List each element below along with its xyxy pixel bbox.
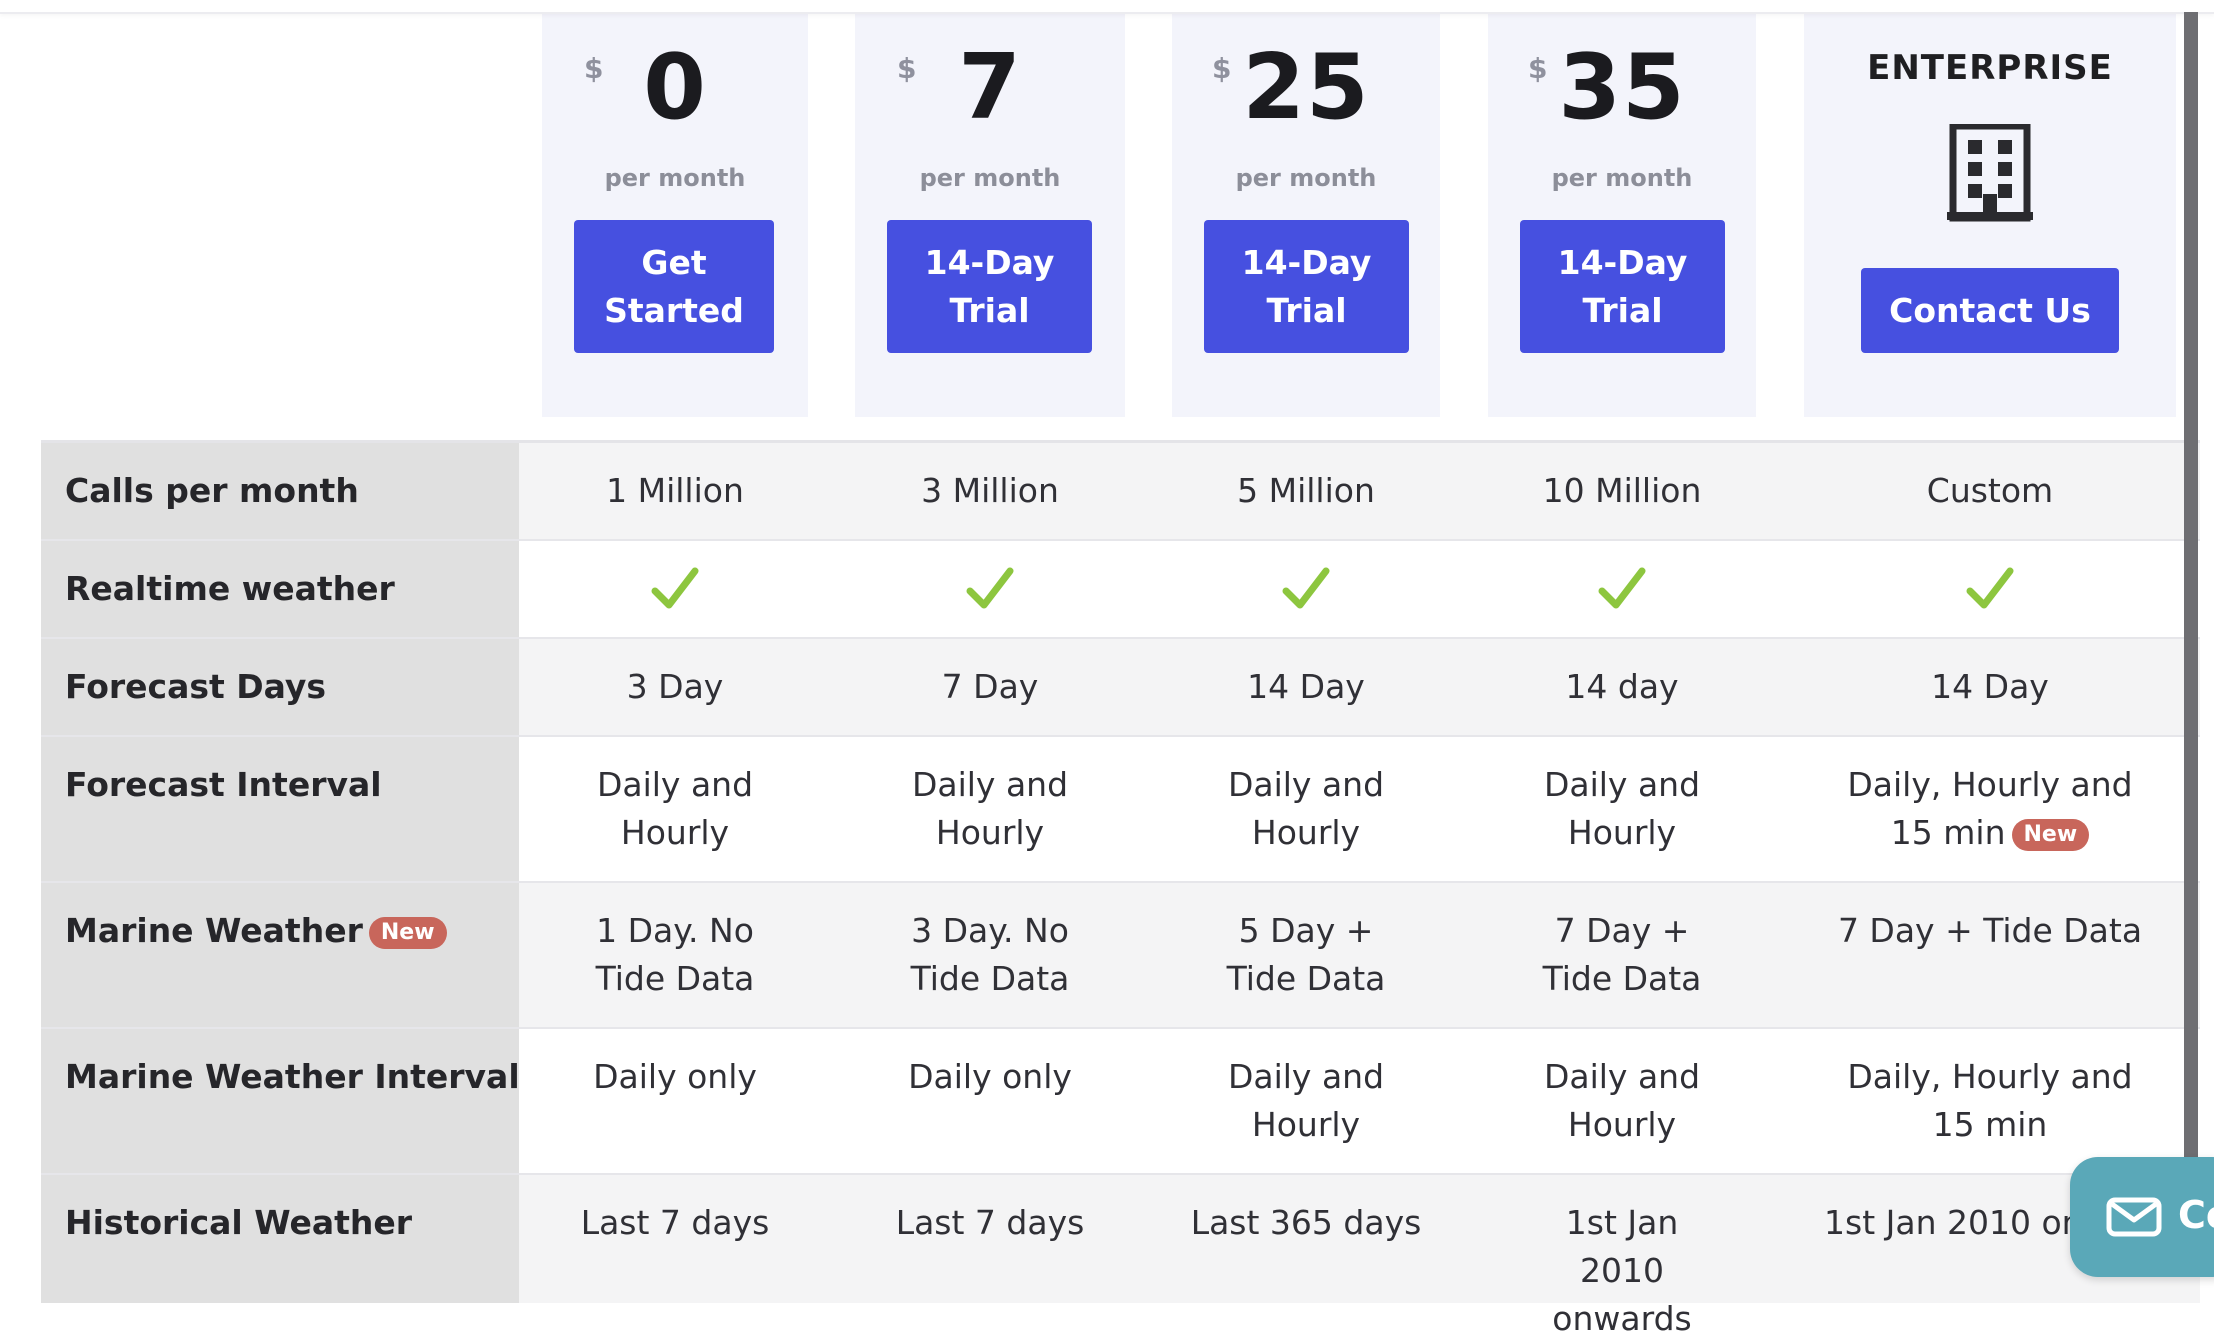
table-cell: 1 Day. No Tide Data — [595, 911, 755, 998]
table-cell: Last 365 days — [1190, 1203, 1422, 1242]
chat-widget-button[interactable]: Co — [2070, 1157, 2214, 1277]
table-cell: Last 7 days — [580, 1203, 770, 1242]
get-started-button[interactable]: Get Started — [574, 220, 774, 353]
chat-widget-label: Co — [2178, 1193, 2214, 1237]
table-row: Forecast Interval Daily and Hourly Daily… — [41, 737, 2200, 883]
top-header-strip — [0, 0, 2214, 14]
table-cell: 5 Day + Tide Data — [1226, 911, 1386, 998]
plan-card-25: $ 25 per month 14-Day Trial — [1172, 12, 1440, 417]
table-cell: Daily only — [593, 1057, 757, 1096]
row-label: Marine Weather New — [65, 911, 447, 950]
price-period: per month — [604, 164, 746, 192]
table-cell: 5 Million — [1237, 471, 1375, 510]
table-cell-with-badge: Daily, Hourly and 15 min New — [1824, 761, 2156, 857]
table-row: Realtime weather — [41, 541, 2200, 639]
table-row: Forecast Days 3 Day 7 Day 14 Day 14 day … — [41, 639, 2200, 737]
table-cell-text: Daily, Hourly and 15 min — [1847, 765, 2133, 852]
check-icon — [1598, 567, 1646, 609]
check-icon — [1282, 567, 1330, 609]
table-cell: Custom — [1926, 471, 2054, 510]
table-cell: 7 Day + Tide Data — [1837, 911, 2143, 950]
plan-price: 0 — [643, 35, 707, 140]
feature-comparison-table: Calls per month 1 Million 3 Million 5 Mi… — [41, 440, 2200, 1338]
vertical-scrollbar[interactable] — [2184, 12, 2198, 1222]
row-label: Calls per month — [65, 471, 359, 510]
new-badge: New — [368, 917, 447, 949]
trial-button-7[interactable]: 14-Day Trial — [887, 220, 1092, 353]
row-label: Forecast Interval — [65, 765, 382, 804]
check-icon — [966, 567, 1014, 609]
row-label: Realtime weather — [65, 569, 395, 608]
check-icon — [651, 567, 699, 609]
trial-button-25[interactable]: 14-Day Trial — [1204, 220, 1409, 353]
plan-card-free: $ 0 per month Get Started — [542, 12, 808, 417]
table-row: Historical Weather Last 7 days Last 7 da… — [41, 1175, 2200, 1338]
table-cell: Daily and Hourly — [596, 765, 754, 852]
price-period: per month — [1235, 164, 1377, 192]
row-label: Forecast Days — [65, 667, 327, 706]
table-row: Marine Weather Interval Daily only Daily… — [41, 1029, 2200, 1175]
row-label: Historical Weather — [65, 1203, 413, 1242]
table-cell: 10 Million — [1542, 471, 1702, 510]
table-cell: 3 Million — [921, 471, 1059, 510]
contact-us-button[interactable]: Contact Us — [1861, 268, 2119, 353]
row-label-cell: Marine Weather Interval — [41, 1029, 520, 1173]
table-cell: 14 Day — [1931, 667, 2049, 706]
row-label-cell: Forecast Days — [41, 639, 519, 735]
row-label-cell: Realtime weather — [41, 541, 519, 637]
trial-button-35[interactable]: 14-Day Trial — [1520, 220, 1725, 353]
table-cell: 14 day — [1565, 667, 1679, 706]
table-cell: 7 Day — [941, 667, 1039, 706]
row-label-text: Marine Weather — [65, 911, 363, 950]
table-cell: Daily and Hourly — [911, 765, 1069, 852]
row-label-cell: Marine Weather New — [41, 883, 519, 1027]
row-label-cell: Historical Weather — [41, 1175, 519, 1303]
table-cell: 14 Day — [1247, 667, 1365, 706]
row-label-cell: Forecast Interval — [41, 737, 519, 881]
row-label: Marine Weather Interval — [65, 1057, 520, 1096]
table-cell: Daily, Hourly and 15 min — [1847, 1057, 2133, 1144]
table-cell: Daily and Hourly — [1543, 765, 1701, 852]
mail-icon — [2106, 1197, 2162, 1237]
table-cell: Last 7 days — [895, 1203, 1085, 1242]
plan-card-35: $ 35 per month 14-Day Trial — [1488, 12, 1756, 417]
table-cell: 3 Day — [626, 667, 724, 706]
check-icon — [1966, 567, 2014, 609]
enterprise-title: ENTERPRISE — [1867, 48, 2113, 88]
table-cell: Daily and Hourly — [1227, 1057, 1385, 1144]
table-row: Calls per month 1 Million 3 Million 5 Mi… — [41, 443, 2200, 541]
table-cell: 3 Day. No Tide Data — [910, 911, 1070, 998]
plan-price: 35 — [1558, 35, 1686, 140]
price-period: per month — [1551, 164, 1693, 192]
plan-price: 7 — [958, 35, 1022, 140]
table-row: Marine Weather New 1 Day. No Tide Data 3 … — [41, 883, 2200, 1029]
table-cell: 1st Jan 2010 onwards — [1552, 1203, 1692, 1338]
plan-card-enterprise: ENTERPRISE Contact Us — [1804, 12, 2176, 417]
table-cell: 1 Million — [606, 471, 744, 510]
new-badge: New — [2011, 819, 2090, 851]
price-period: per month — [919, 164, 1061, 192]
table-cell: Daily only — [908, 1057, 1072, 1096]
table-cell: Daily and Hourly — [1227, 765, 1385, 852]
building-icon — [1947, 124, 2033, 222]
table-cell: 7 Day + Tide Data — [1542, 911, 1702, 998]
row-label-cell: Calls per month — [41, 443, 519, 539]
plan-price: 25 — [1242, 35, 1370, 140]
plan-card-7: $ 7 per month 14-Day Trial — [855, 12, 1125, 417]
table-cell: Daily and Hourly — [1543, 1057, 1701, 1144]
